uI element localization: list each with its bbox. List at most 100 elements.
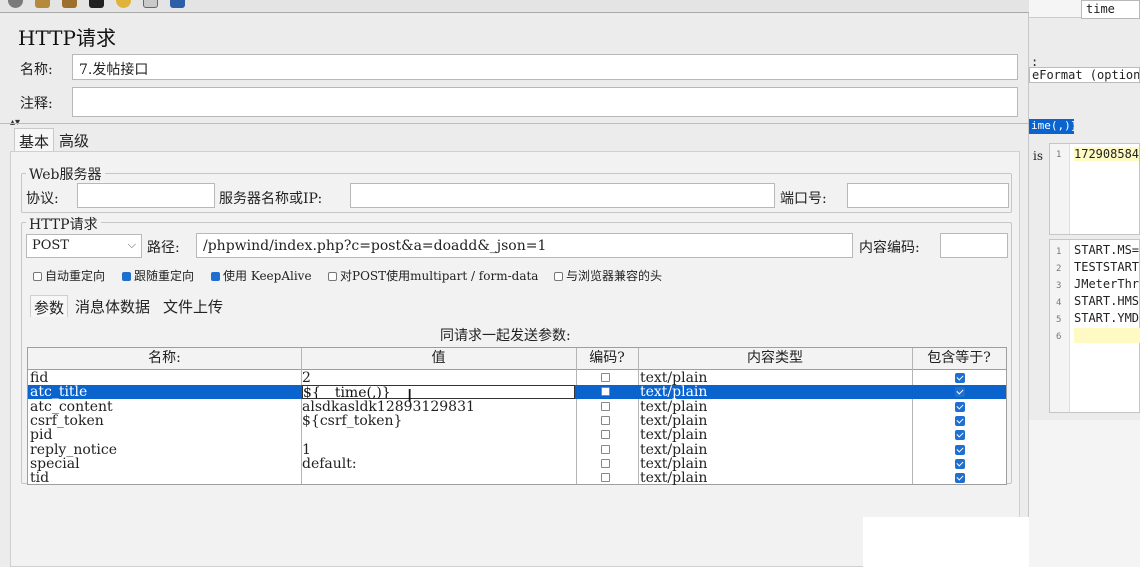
column-header-content-type[interactable]: 内容类型 [638,348,912,370]
table-row[interactable]: special default: text/plain [28,457,1006,471]
encode-checkbox[interactable] [601,444,610,454]
chevron-down-icon: ⌵ [127,238,136,251]
table-row[interactable]: pid text/plain [28,428,1006,442]
content-type-cell[interactable]: text/plain [640,428,910,442]
table-row[interactable]: atc_content alsdkasldk12893129831 text/pla… [28,400,1006,414]
encode-checkbox[interactable] [601,415,610,425]
name-field[interactable]: 7.发帖接口 [72,54,1018,80]
param-value-cell[interactable]: 2 [302,371,575,385]
param-value-cell[interactable]: default: [302,457,575,471]
checkbox-icon [554,272,563,281]
variable-line: JMeterThr [1074,277,1140,291]
binoculars-icon[interactable] [89,0,104,8]
browser-compatible-headers-checkbox[interactable]: 与浏览器兼容的头 [554,267,662,284]
include-equals-checkbox[interactable] [955,415,965,426]
param-value-cell[interactable]: ${csrf_token} [302,414,575,428]
include-equals-checkbox[interactable] [955,387,965,398]
subtab-body-data[interactable]: 消息体数据 [72,295,153,317]
param-name-cell[interactable]: atc_title [30,385,298,399]
multipart-checkbox[interactable]: 对POST使用multipart / form-data [328,267,538,284]
content-type-cell[interactable]: text/plain [640,414,910,428]
include-equals-checkbox[interactable] [955,444,965,455]
protocol-field[interactable] [77,183,215,208]
overlay-window [863,517,1029,567]
function-helper-icon[interactable] [143,0,158,8]
auto-redirect-checkbox[interactable]: 自动重定向 [33,267,105,284]
table-row[interactable]: csrf_token ${csrf_token} text/plain [28,414,1006,428]
table-row[interactable]: tid text/plain [28,471,1006,485]
table-row[interactable]: fid 2 text/plain [28,371,1006,385]
param-name-cell[interactable]: reply_notice [30,443,298,457]
param-value-cell[interactable]: 1 [302,443,575,457]
stop-icon[interactable] [8,0,23,8]
checkbox-icon [328,272,337,281]
param-name-cell[interactable]: pid [30,428,298,442]
param-name-cell[interactable]: csrf_token [30,414,298,428]
table-row[interactable]: atc_title ${__time(,)} text/plain [28,385,1006,400]
function-name-field[interactable]: time [1081,0,1140,19]
include-equals-checkbox[interactable] [955,373,965,383]
clear-all-icon[interactable] [62,0,77,8]
http-request-panel: HTTP请求 名称: 7.发帖接口 注释: ▴▾ 基本 高级 Web服务器 协议… [0,0,1029,567]
include-equals-checkbox[interactable] [955,473,965,484]
variables-area[interactable]: 1 START.MS= 2 TESTSTART 3 JMeterThr 4 START.HMS… [1049,239,1140,413]
name-label: 名称: [20,62,53,78]
encode-checkbox[interactable] [601,473,610,483]
param-value-cell[interactable]: alsdkasldk12893129831 [302,400,575,414]
method-value: POST [32,238,69,253]
table-row[interactable]: reply_notice 1 text/plain [28,443,1006,457]
text-cursor-icon: I [407,386,413,407]
column-header-value[interactable]: 值 [301,348,576,370]
path-field[interactable]: /phpwind/index.php?c=post&a=doadd&_json=… [196,233,853,258]
broom-icon[interactable] [35,0,50,8]
include-equals-checkbox[interactable] [955,430,965,441]
toolbar [0,0,1029,13]
subtab-parameters[interactable]: 参数 [30,295,69,317]
tab-basic[interactable]: 基本 [14,128,55,152]
include-equals-checkbox[interactable] [955,401,965,412]
content-type-cell[interactable]: text/plain [640,400,910,414]
encode-checkbox[interactable] [601,387,610,397]
reset-search-icon[interactable] [116,0,131,8]
follow-redirect-checkbox[interactable]: 跟随重定向 [122,267,194,284]
method-select[interactable]: POST ⌵ [26,234,142,258]
content-encoding-label: 内容编码: [859,240,920,256]
content-type-cell[interactable]: text/plain [640,371,910,385]
server-field[interactable] [350,183,775,208]
keepalive-checkbox[interactable]: 使用 KeepAlive [211,267,312,284]
param-name-cell[interactable]: tid [30,471,298,485]
line-number: 2 [1056,264,1062,274]
include-equals-checkbox[interactable] [955,458,965,469]
param-name-cell[interactable]: fid [30,371,298,385]
encode-checkbox[interactable] [601,458,610,468]
param-value-cell[interactable] [302,428,575,442]
help-icon[interactable] [170,0,185,8]
content-type-cell[interactable]: text/plain [640,457,910,471]
result-value: 172908584 [1074,147,1140,161]
encode-checkbox[interactable] [601,373,610,382]
comment-label: 注释: [20,96,53,112]
column-header-encode[interactable]: 编码? [576,348,638,370]
param-name-cell[interactable]: special [30,457,298,471]
subtab-file-upload[interactable]: 文件上传 [160,295,226,317]
encode-checkbox[interactable] [601,401,610,411]
content-type-cell[interactable]: text/plain [640,443,910,457]
content-encoding-field[interactable] [940,233,1008,258]
path-label: 路径: [147,240,180,256]
column-header-include-equals[interactable]: 包含等于? [912,348,1006,370]
line-number: 5 [1056,315,1062,325]
param-value-cell[interactable]: ${__time(,)} [302,385,575,400]
port-field[interactable] [847,183,1009,208]
function-string-field[interactable]: ime(,)} [1029,119,1074,134]
content-type-cell[interactable]: text/plain [640,385,910,399]
comment-field[interactable] [72,87,1018,117]
param-name-cell[interactable]: atc_content [30,400,298,414]
port-label: 端口号: [780,191,827,207]
encode-checkbox[interactable] [601,430,610,440]
content-type-cell[interactable]: text/plain [640,471,910,485]
param-value-cell[interactable] [302,471,575,485]
result-area[interactable]: 1 172908584 [1049,143,1140,235]
column-header-name[interactable]: 名称: [28,348,301,370]
tab-advanced[interactable]: 高级 [55,128,93,152]
line-number: 3 [1056,281,1062,291]
